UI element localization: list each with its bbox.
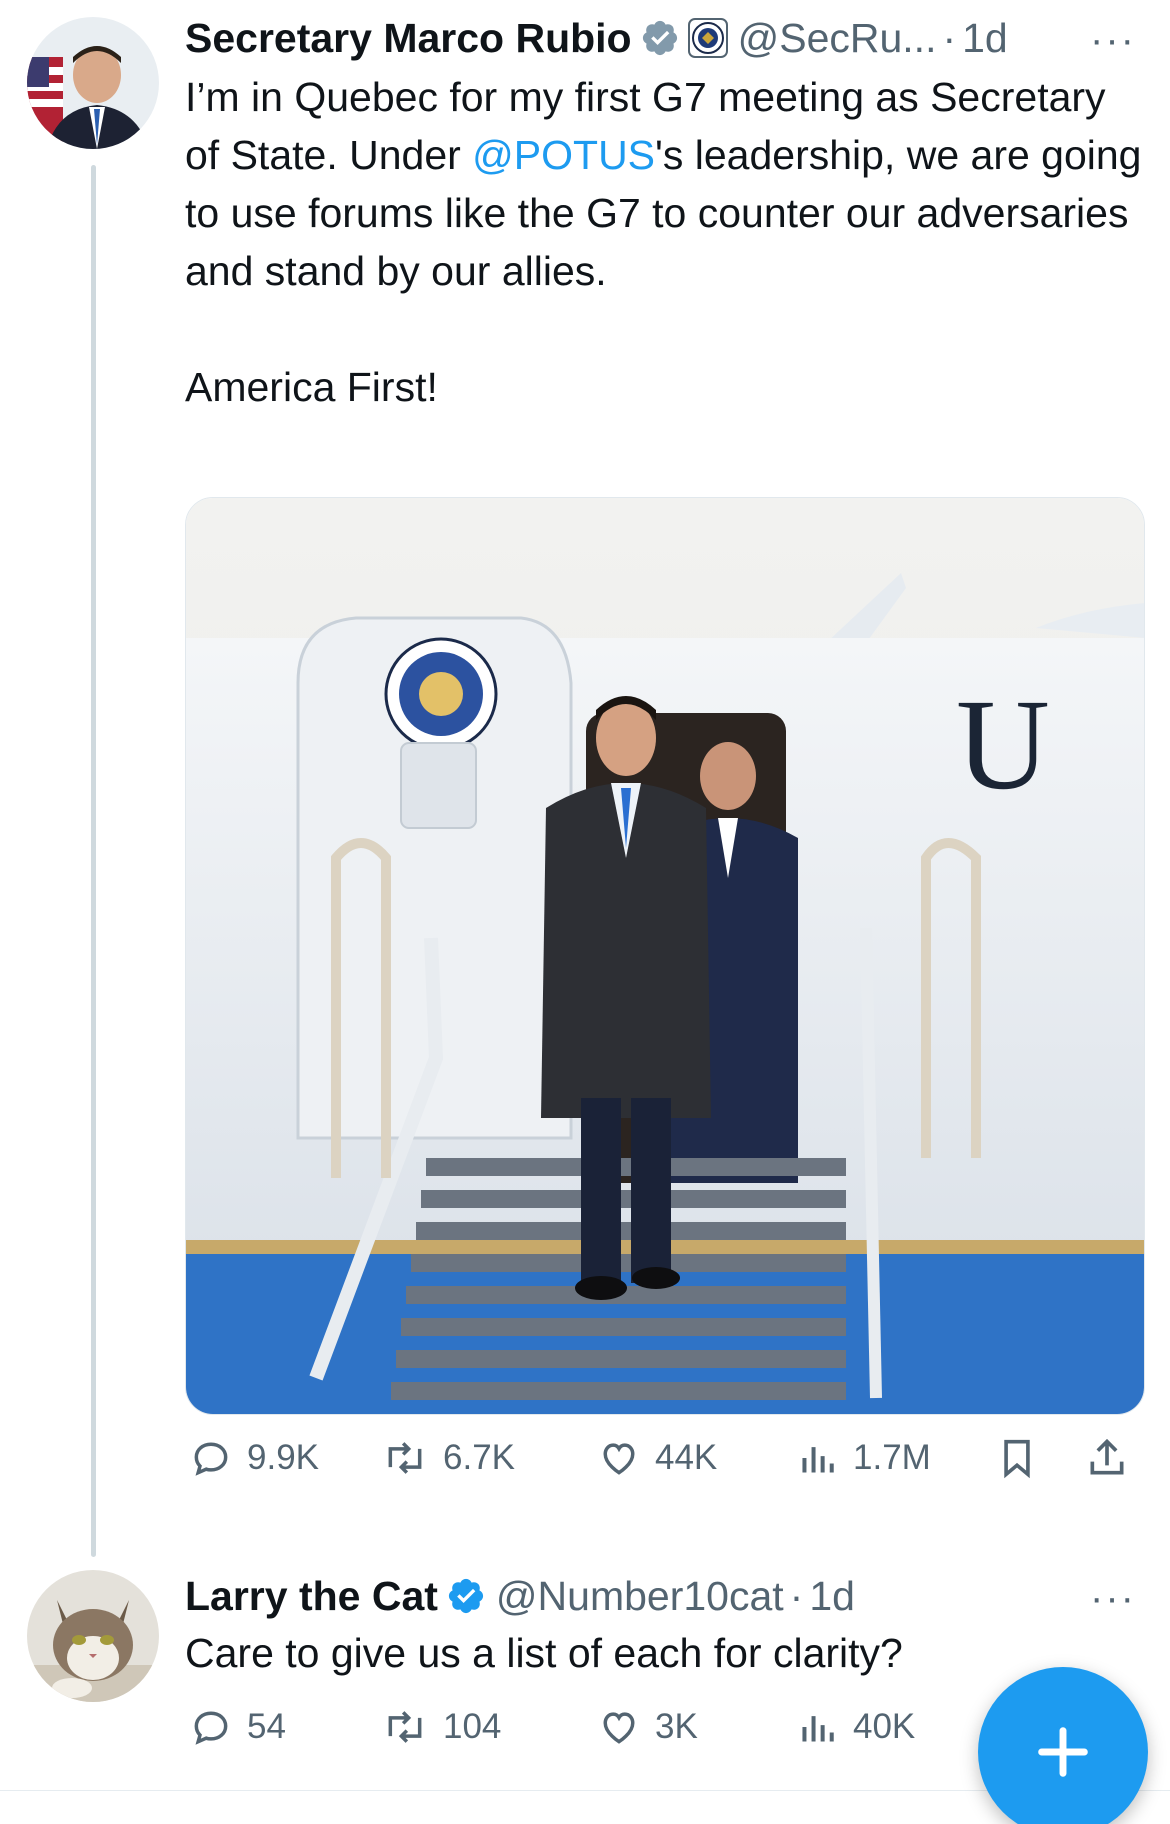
reply-icon — [194, 1442, 228, 1476]
plus-icon — [1038, 1727, 1088, 1777]
more-options-icon[interactable]: ··· — [1090, 20, 1136, 60]
repost-count: 104 — [443, 1707, 502, 1746]
tweet-header: Larry the Cat @Number10cat · 1d — [185, 1572, 855, 1620]
verified-badge-icon — [446, 1576, 486, 1616]
views-icon — [802, 1716, 834, 1742]
state-department-seal-icon — [687, 18, 728, 58]
repost-button[interactable]: 6.7K — [381, 1436, 515, 1480]
separator-dot: · — [789, 1573, 804, 1619]
more-options-icon[interactable]: ··· — [1090, 1578, 1136, 1618]
like-button[interactable]: 3K — [597, 1705, 698, 1749]
view-count: 40K — [853, 1707, 916, 1746]
views-button[interactable]: 40K — [799, 1705, 915, 1749]
avatar-larry[interactable] — [27, 1570, 159, 1702]
separator-dot: · — [942, 15, 957, 61]
repost-count: 6.7K — [443, 1438, 515, 1477]
svg-text:U: U — [956, 673, 1050, 817]
reply-icon — [194, 1711, 228, 1745]
views-button[interactable]: 1.7M — [799, 1436, 931, 1480]
reply-button[interactable]: 54 — [189, 1705, 286, 1749]
like-icon — [603, 1443, 635, 1475]
like-count: 3K — [655, 1707, 698, 1746]
tweet-secretary-rubio[interactable]: Secretary Marco Rubio @SecRu... · 1d ···… — [0, 0, 1170, 1560]
author-handle[interactable]: @SecRu... — [738, 14, 937, 62]
reply-count: 54 — [247, 1707, 286, 1746]
share-button[interactable] — [1085, 1436, 1143, 1480]
repost-button[interactable]: 104 — [381, 1705, 501, 1749]
like-count: 44K — [655, 1438, 718, 1477]
tweet-header: Secretary Marco Rubio @SecRu... · 1d — [185, 14, 1008, 62]
reply-button[interactable]: 9.9K — [189, 1436, 319, 1480]
repost-icon — [388, 1442, 422, 1474]
share-icon — [1090, 1438, 1124, 1475]
tweet-actions: 9.9K 6.7K 44K 1.7M — [185, 1436, 1145, 1496]
tweet-text: I’m in Quebec for my first G7 meeting as… — [185, 68, 1145, 416]
bookmark-button[interactable] — [997, 1436, 1051, 1480]
author-name[interactable]: Secretary Marco Rubio — [185, 14, 632, 62]
repost-icon — [388, 1711, 422, 1743]
tweet-text: Care to give us a list of each for clari… — [185, 1630, 903, 1676]
like-icon — [603, 1712, 635, 1744]
tweet-photo[interactable]: U — [185, 497, 1145, 1415]
avatar-rubio[interactable] — [27, 17, 159, 149]
verified-badge-icon — [640, 18, 680, 58]
reply-count: 9.9K — [247, 1438, 319, 1477]
mention-link[interactable]: @POTUS — [472, 132, 655, 178]
timestamp[interactable]: 1d — [809, 1572, 855, 1620]
view-count: 1.7M — [853, 1438, 931, 1477]
like-button[interactable]: 44K — [597, 1436, 717, 1480]
bookmark-icon — [1004, 1439, 1030, 1479]
compose-button[interactable] — [978, 1667, 1148, 1824]
author-handle[interactable]: @Number10cat — [496, 1572, 784, 1620]
author-name[interactable]: Larry the Cat — [185, 1572, 438, 1620]
timestamp[interactable]: 1d — [962, 14, 1008, 62]
views-icon — [802, 1447, 834, 1473]
